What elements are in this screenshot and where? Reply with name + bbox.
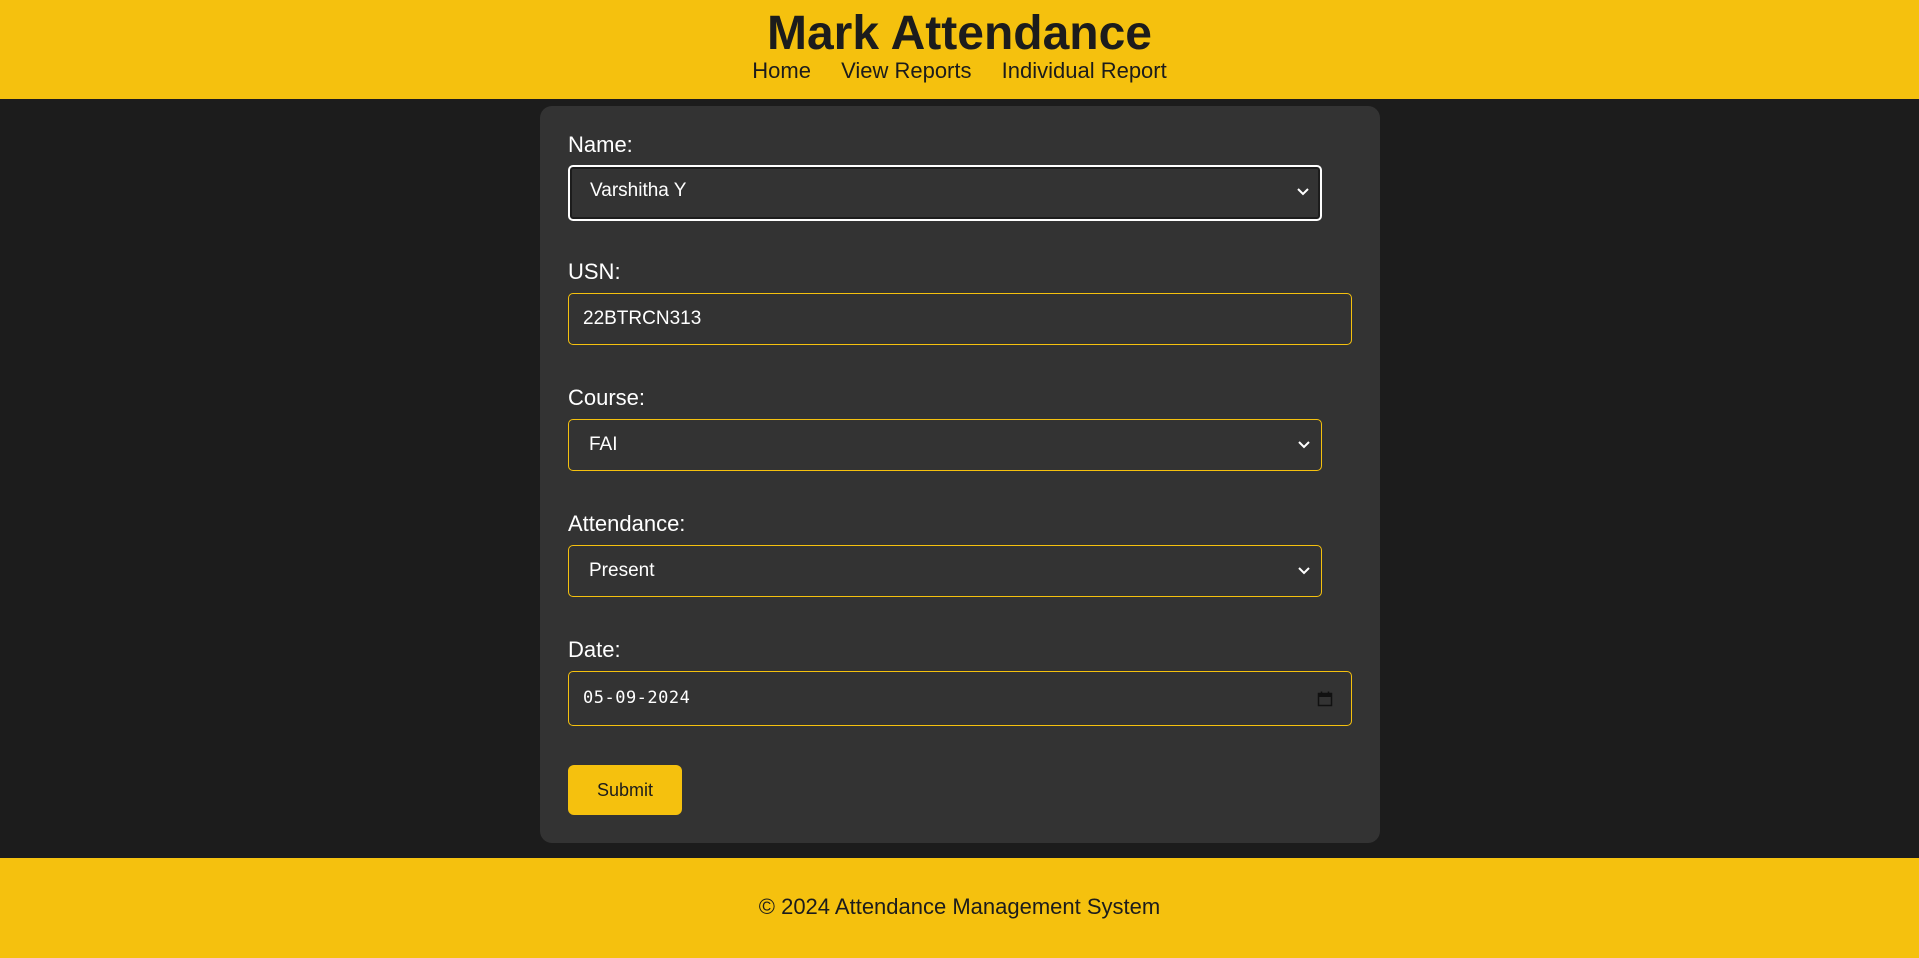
name-select[interactable]: Varshitha Y (568, 165, 1322, 221)
name-select-value: Varshitha Y (590, 180, 687, 201)
site-footer: © 2024 Attendance Management System (0, 858, 1919, 958)
usn-input-value: 22BTRCN313 (583, 308, 702, 329)
date-input-value: 05-09-2024 (583, 688, 691, 708)
submit-button[interactable]: Submit (568, 765, 682, 815)
usn-input[interactable]: 22BTRCN313 (568, 293, 1352, 345)
date-input[interactable]: 05-09-2024 (568, 671, 1352, 726)
page-title: Mark Attendance (767, 7, 1152, 60)
course-select-value: FAI (589, 434, 618, 455)
attendance-select-value: Present (589, 560, 655, 581)
course-select[interactable]: FAI (568, 419, 1322, 471)
attendance-label: Attendance: (568, 511, 686, 536)
calendar-icon[interactable] (1317, 672, 1333, 725)
chevron-down-icon (1297, 546, 1311, 596)
usn-label: USN: (568, 259, 621, 284)
chevron-down-icon (1297, 420, 1311, 470)
main-nav: Home View Reports Individual Report (0, 57, 1919, 85)
attendance-select[interactable]: Present (568, 545, 1322, 597)
name-label: Name: (568, 132, 633, 157)
attendance-form: Name: Varshitha Y USN: 22BTRCN313 Course… (540, 106, 1380, 843)
nav-individual-report-link[interactable]: Individual Report (1002, 58, 1167, 83)
course-label: Course: (568, 385, 646, 410)
chevron-down-icon (1296, 167, 1310, 217)
footer-text: © 2024 Attendance Management System (758, 894, 1161, 919)
site-header: Mark Attendance Home View Reports Indivi… (0, 0, 1919, 99)
nav-home-link[interactable]: Home (752, 58, 811, 83)
date-label: Date: (568, 637, 621, 662)
nav-view-reports-link[interactable]: View Reports (841, 58, 971, 83)
